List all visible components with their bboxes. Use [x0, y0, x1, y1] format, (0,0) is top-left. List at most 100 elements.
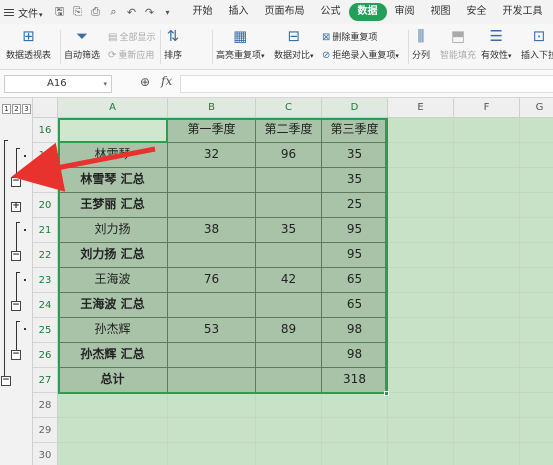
preview-icon[interactable]: ⌕: [107, 5, 121, 19]
row-header[interactable]: 26: [33, 343, 58, 368]
zoom-function-icon[interactable]: ⊕: [140, 75, 150, 89]
tab-0[interactable]: 开始: [185, 3, 221, 21]
cell-f18[interactable]: [454, 168, 520, 193]
cell-a29[interactable]: [58, 418, 168, 443]
cell-d30[interactable]: [322, 443, 388, 465]
cell-c30[interactable]: [256, 443, 322, 465]
cell-a25[interactable]: 孙杰辉: [58, 318, 168, 343]
reject-duplicates-button[interactable]: ⊘ 拒绝录入重复项▾: [322, 48, 399, 61]
row-header[interactable]: 27: [33, 368, 58, 393]
cell-b17[interactable]: 32: [168, 143, 256, 168]
row-header[interactable]: 28: [33, 393, 58, 418]
cell-d27[interactable]: 318: [322, 368, 388, 393]
cell-g17[interactable]: [520, 143, 553, 168]
cell-d21[interactable]: 95: [322, 218, 388, 243]
cell-g20[interactable]: [520, 193, 553, 218]
cell-a22[interactable]: 刘力扬 汇总: [58, 243, 168, 268]
cell-e30[interactable]: [388, 443, 454, 465]
cell-c28[interactable]: [256, 393, 322, 418]
row-header[interactable]: 17: [33, 143, 58, 168]
chevron-down-icon[interactable]: ▾: [103, 76, 107, 92]
cell-f17[interactable]: [454, 143, 520, 168]
row-header[interactable]: 20: [33, 193, 58, 218]
cell-b30[interactable]: [168, 443, 256, 465]
cell-a28[interactable]: [58, 393, 168, 418]
cell-e28[interactable]: [388, 393, 454, 418]
cell-g16[interactable]: [520, 118, 553, 143]
cell-a30[interactable]: [58, 443, 168, 465]
insert-dropdown-button[interactable]: ⊡ 插入下拉: [521, 26, 553, 61]
row-header[interactable]: 30: [33, 443, 58, 465]
column-header-c[interactable]: C: [256, 98, 322, 118]
pivot-table-button[interactable]: ⊞ 数据透视表: [6, 26, 51, 61]
cell-c29[interactable]: [256, 418, 322, 443]
export-icon[interactable]: ⎘: [71, 5, 85, 19]
fill-handle[interactable]: [384, 391, 389, 396]
cell-b16[interactable]: 第一季度: [168, 118, 256, 143]
cell-c26[interactable]: [256, 343, 322, 368]
cell-e27[interactable]: [388, 368, 454, 393]
file-menu[interactable]: 文件▾: [18, 5, 43, 20]
cell-g22[interactable]: [520, 243, 553, 268]
tab-1[interactable]: 插入: [221, 3, 257, 21]
print-icon[interactable]: ⎙: [89, 5, 103, 19]
column-header-b[interactable]: B: [168, 98, 256, 118]
cell-e26[interactable]: [388, 343, 454, 368]
validity-button[interactable]: ☰ 有效性▾: [481, 26, 512, 61]
outline-level-1-button[interactable]: 1: [2, 104, 11, 114]
cell-g23[interactable]: [520, 268, 553, 293]
cell-e16[interactable]: [388, 118, 454, 143]
save-icon[interactable]: 🖫: [53, 3, 67, 22]
cell-c16[interactable]: 第二季度: [256, 118, 322, 143]
cell-g25[interactable]: [520, 318, 553, 343]
cell-d25[interactable]: 98: [322, 318, 388, 343]
show-all-button[interactable]: ▤ 全部显示: [108, 30, 155, 43]
cell-g21[interactable]: [520, 218, 553, 243]
select-all-corner[interactable]: [33, 98, 58, 118]
cell-d17[interactable]: 35: [322, 143, 388, 168]
redo-icon[interactable]: ↷: [143, 6, 157, 19]
cell-a27[interactable]: 总计: [58, 368, 168, 393]
cell-g18[interactable]: [520, 168, 553, 193]
cell-d28[interactable]: [322, 393, 388, 418]
name-box[interactable]: A16 ▾: [4, 75, 112, 93]
cell-a16[interactable]: [58, 118, 168, 143]
tab-7[interactable]: 安全: [459, 3, 495, 21]
cell-c25[interactable]: 89: [256, 318, 322, 343]
cell-e25[interactable]: [388, 318, 454, 343]
tab-8[interactable]: 开发工具: [495, 3, 551, 21]
cell-b20[interactable]: [168, 193, 256, 218]
tab-2[interactable]: 页面布局: [257, 3, 313, 21]
cell-f23[interactable]: [454, 268, 520, 293]
cell-c27[interactable]: [256, 368, 322, 393]
cell-c20[interactable]: [256, 193, 322, 218]
cell-d22[interactable]: 95: [322, 243, 388, 268]
cell-b28[interactable]: [168, 393, 256, 418]
cell-b21[interactable]: 38: [168, 218, 256, 243]
fx-icon[interactable]: fx: [161, 74, 172, 88]
more-icon[interactable]: ▾: [161, 8, 175, 17]
cell-d29[interactable]: [322, 418, 388, 443]
collapse-group-button[interactable]: −: [11, 251, 21, 261]
cell-g30[interactable]: [520, 443, 553, 465]
row-header[interactable]: 24: [33, 293, 58, 318]
cell-e20[interactable]: [388, 193, 454, 218]
outline-level-2-button[interactable]: 2: [12, 104, 21, 114]
cell-b18[interactable]: [168, 168, 256, 193]
row-header[interactable]: 21: [33, 218, 58, 243]
row-header[interactable]: 29: [33, 418, 58, 443]
cell-d16[interactable]: 第三季度: [322, 118, 388, 143]
column-header-e[interactable]: E: [388, 98, 454, 118]
cell-f22[interactable]: [454, 243, 520, 268]
cell-d20[interactable]: 25: [322, 193, 388, 218]
tab-3[interactable]: 公式: [313, 3, 349, 21]
cell-d26[interactable]: 98: [322, 343, 388, 368]
collapse-all-button[interactable]: −: [1, 376, 11, 386]
cell-g29[interactable]: [520, 418, 553, 443]
data-compare-button[interactable]: ⊟ 数据对比▾: [274, 26, 314, 61]
collapse-group-button[interactable]: −: [11, 301, 21, 311]
cell-g27[interactable]: [520, 368, 553, 393]
cell-b27[interactable]: [168, 368, 256, 393]
cell-c24[interactable]: [256, 293, 322, 318]
row-header[interactable]: 18: [33, 168, 58, 193]
